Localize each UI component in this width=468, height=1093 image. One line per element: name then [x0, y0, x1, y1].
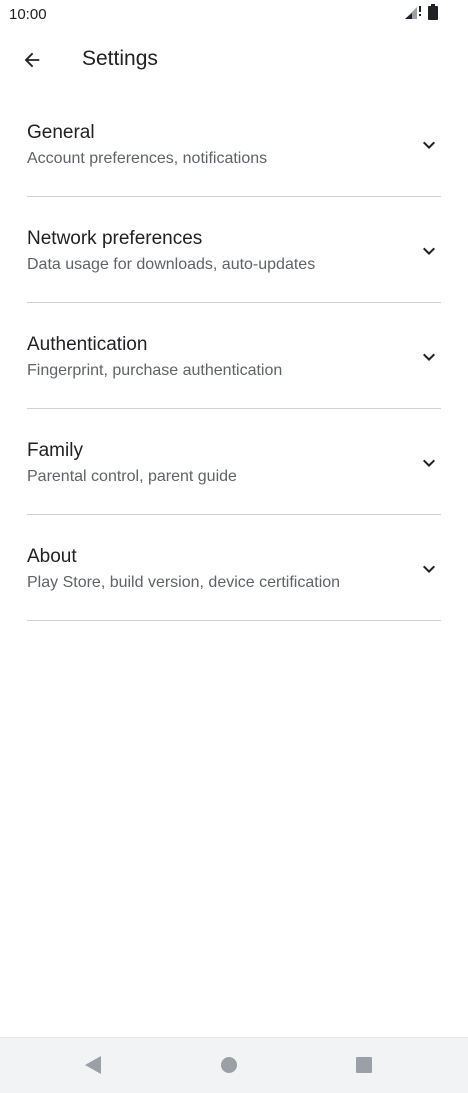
back-button[interactable]: [14, 42, 50, 78]
app-bar: Settings: [0, 30, 468, 88]
chevron-down-icon[interactable]: [417, 451, 441, 475]
settings-item-subtitle: Play Store, build version, device certif…: [27, 574, 341, 591]
settings-item-title: Family: [27, 440, 83, 461]
settings-item-subtitle: Parental control, parent guide: [27, 468, 237, 485]
battery-icon: [428, 3, 438, 25]
settings-item-subtitle: Fingerprint, purchase authentication: [27, 362, 283, 379]
recents-square-icon[interactable]: [350, 1051, 378, 1079]
status-icons: [403, 3, 438, 25]
home-circle-icon[interactable]: [215, 1051, 243, 1079]
status-time: 10:00: [9, 6, 47, 23]
signal-icon: [403, 5, 423, 24]
chevron-down-icon[interactable]: [417, 133, 441, 157]
settings-item-network-preferences[interactable]: Network preferences Data usage for downl…: [27, 197, 441, 303]
settings-item-subtitle: Account preferences, notifications: [27, 150, 268, 167]
page-title: Settings: [82, 47, 158, 70]
settings-item-about[interactable]: About Play Store, build version, device …: [27, 515, 441, 621]
settings-item-general[interactable]: General Account preferences, notificatio…: [27, 91, 441, 197]
chevron-down-icon[interactable]: [417, 345, 441, 369]
back-triangle-icon[interactable]: [79, 1051, 107, 1079]
chevron-down-icon[interactable]: [417, 239, 441, 263]
settings-list: General Account preferences, notificatio…: [27, 91, 441, 621]
settings-item-family[interactable]: Family Parental control, parent guide: [27, 409, 441, 515]
settings-item-authentication[interactable]: Authentication Fingerprint, purchase aut…: [27, 303, 441, 409]
settings-item-title: Authentication: [27, 334, 148, 355]
system-nav-bar: [0, 1037, 468, 1093]
settings-item-title: About: [27, 546, 77, 567]
settings-item-subtitle: Data usage for downloads, auto-updates: [27, 256, 316, 273]
status-bar: 10:00: [0, 0, 468, 30]
settings-item-title: Network preferences: [27, 228, 203, 249]
chevron-down-icon[interactable]: [417, 557, 441, 581]
settings-item-title: General: [27, 122, 95, 143]
arrow-left-icon: [24, 52, 40, 68]
